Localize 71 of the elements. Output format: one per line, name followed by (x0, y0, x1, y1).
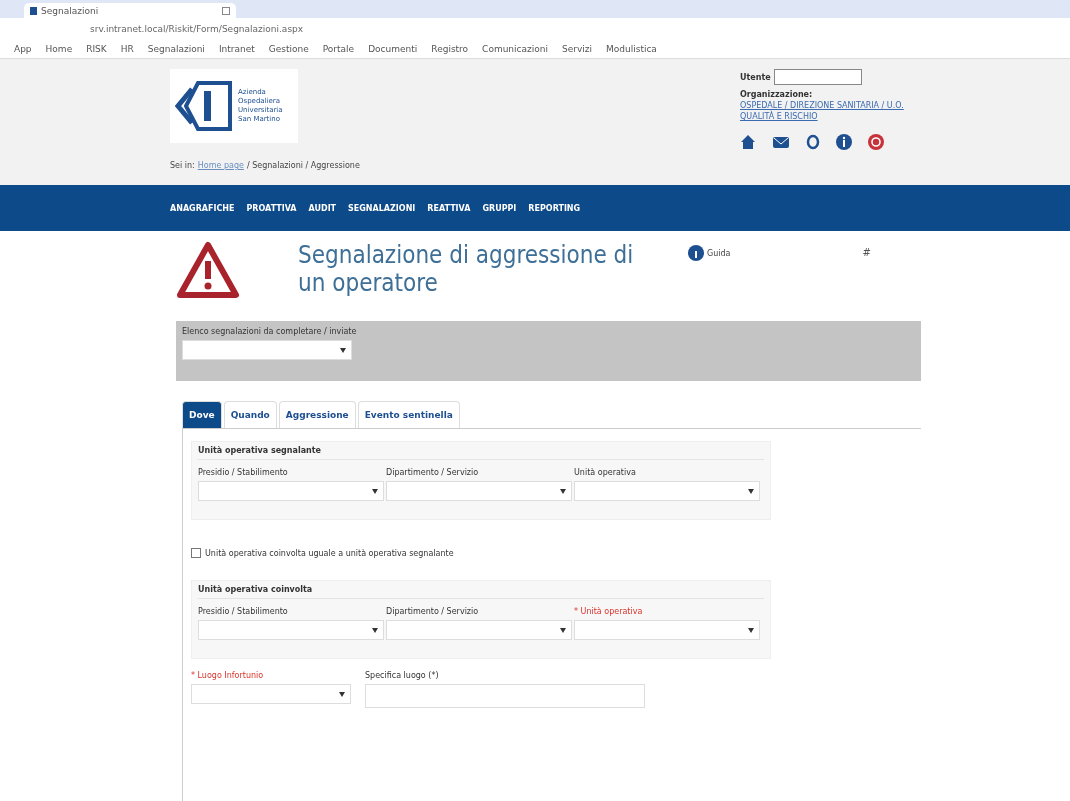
nav-link[interactable]: ANAGRAFICHE (170, 203, 235, 213)
caret-icon (339, 692, 345, 697)
caret-icon (340, 348, 346, 353)
tab[interactable]: Dove (182, 401, 222, 428)
fieldset-legend: Unità operativa coinvolta (198, 585, 764, 599)
field-label: Dipartimento / Servizio (386, 468, 480, 477)
help-link[interactable]: Guida (707, 248, 731, 258)
bookmark[interactable]: Home (45, 44, 73, 54)
field-label: Unità operativa (574, 468, 637, 477)
browser-tab[interactable]: Segnalazioni (24, 3, 236, 18)
nav-link[interactable]: PROATTIVA (246, 203, 297, 213)
bookmark[interactable]: RISK (86, 44, 107, 54)
field-label: * Luogo Infortunio (191, 671, 265, 680)
tab[interactable]: Evento sentinella (357, 401, 460, 428)
dropdown-field[interactable] (191, 684, 351, 704)
bookmark[interactable]: App (14, 44, 32, 54)
bookmark[interactable]: Modulistica (606, 44, 657, 54)
field-label: Dipartimento / Servizio (386, 607, 480, 616)
caret-icon (560, 628, 566, 633)
field-label: Specifica luogo (*) (365, 671, 440, 680)
dropdown-field[interactable] (198, 481, 384, 501)
bookmark[interactable]: Registro (431, 44, 469, 54)
caret-icon (748, 628, 754, 633)
mail-icon[interactable] (772, 135, 790, 149)
info-icon[interactable] (688, 245, 704, 261)
bookmark[interactable]: Intranet (218, 44, 255, 54)
breadcrumb-text: Sei in: (170, 161, 195, 170)
info-icon[interactable] (836, 134, 852, 150)
bookmark[interactable]: Portale (322, 44, 355, 54)
caret-icon (748, 489, 754, 494)
nav-link[interactable]: REPORTING (528, 203, 581, 213)
bookmark[interactable]: Gestione (268, 44, 309, 54)
caret-icon (560, 489, 566, 494)
fieldset-legend: Unità operativa segnalante (198, 446, 764, 460)
bookmark[interactable]: Comunicazioni (482, 44, 548, 54)
organization-label: Organizzazione: (740, 90, 813, 99)
dropdown-field[interactable] (386, 481, 572, 501)
nav-link[interactable]: AUDIT (308, 203, 337, 213)
pin-text: # (862, 247, 871, 258)
page-icon (30, 6, 37, 15)
user-field[interactable] (773, 69, 862, 85)
text-field[interactable] (365, 684, 645, 708)
field-label: Elenco segnalazioni da completare / inviate (182, 327, 358, 336)
bookmark[interactable]: HR (120, 44, 134, 54)
tab[interactable]: Quando (223, 401, 277, 428)
caret-icon (372, 628, 378, 633)
dropdown-field[interactable] (198, 620, 384, 640)
field-label: Presidio / Stabilimento (198, 607, 289, 616)
bookmark[interactable]: Segnalazioni (147, 44, 205, 54)
page-title: Segnalazione di aggressione di un operatore (298, 241, 635, 297)
field-label: Presidio / Stabilimento (198, 468, 289, 477)
address-bar[interactable]: srv.intranet.local/Riskit/Form/Segnalazioni.aspx (90, 24, 304, 34)
dropdown-field[interactable] (574, 481, 760, 501)
bookmark[interactable]: Servizi (562, 44, 592, 54)
tab[interactable]: Aggressione (278, 401, 356, 428)
dropdown-field[interactable] (386, 620, 572, 640)
user-label: Utente (740, 72, 771, 82)
power-icon[interactable] (868, 134, 884, 150)
caret-icon (372, 489, 378, 494)
nav-link[interactable]: SEGNALAZIONI (348, 203, 416, 213)
dropdown-field[interactable] (574, 620, 760, 640)
checkbox-label: Unità operativa coinvolta uguale a unità operativa segnalante (205, 548, 454, 558)
checkbox[interactable] (191, 548, 201, 558)
warning-icon (176, 241, 240, 299)
bookmark[interactable]: Documenti (368, 44, 418, 54)
breadcrumb-text: / Segnalazioni / Aggressione (246, 161, 360, 170)
nav-link[interactable]: REATTIVA (427, 203, 471, 213)
field-label: * Unità operativa (574, 607, 644, 616)
organization-link[interactable]: OSPEDALE / DIREZIONE SANITARIA / U.O. QUALITÀ E RISCHIO (740, 100, 920, 122)
nav-link[interactable]: GRUPPI (482, 203, 517, 213)
home-icon[interactable] (740, 134, 756, 150)
